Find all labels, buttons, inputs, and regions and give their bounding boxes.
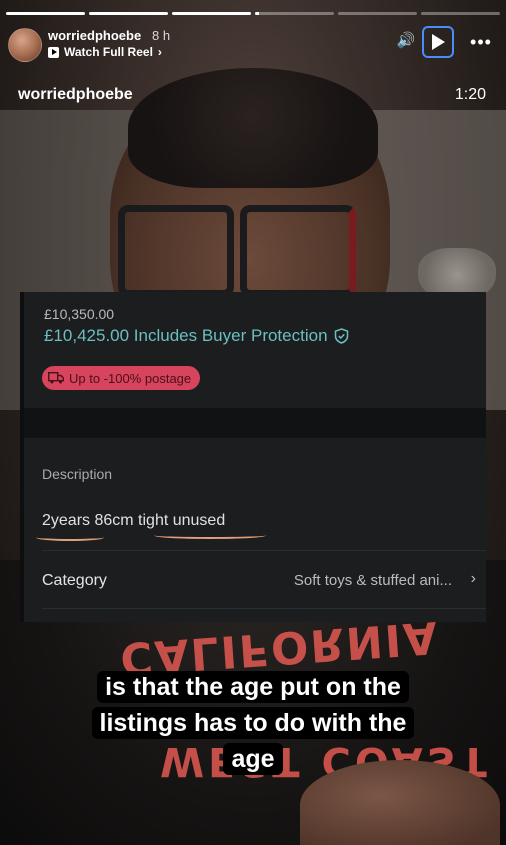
story-progress [6,12,500,15]
item-price: £10,350.00 [44,306,115,322]
play-icon [432,34,445,50]
highlight-underline [154,532,266,539]
caption-line: listings has to do with the [0,704,506,742]
avatar[interactable] [8,28,42,62]
listing-card: £10,350.00 £10,425.00 Includes Buyer Pro… [20,292,486,622]
truck-icon [48,372,64,384]
price-with-protection: £10,425.00 Includes Buyer Protection [44,326,349,346]
postage-badge: Up to -100% postage [42,366,201,390]
speaker-icon[interactable]: 🔊 [396,30,416,50]
progress-fill [172,12,251,15]
row-divider [42,608,486,609]
postage-badge-label: Up to -100% postage [69,370,192,386]
username[interactable]: worriedphoebe [48,28,141,43]
price-total-label: £10,425.00 Includes Buyer Protection [44,326,328,345]
overlay-username: worriedphoebe [18,86,133,103]
progress-segment [255,12,334,15]
progress-segment [421,12,500,15]
caption-text: age [223,743,283,775]
chevron-right-icon: › [157,45,162,59]
description-heading: Description [42,466,113,482]
progress-fill [6,12,85,15]
progress-segment [172,12,251,15]
video-duration: 1:20 [454,86,486,103]
play-button[interactable] [422,26,454,58]
progress-segment [89,12,168,15]
progress-segment [338,12,417,15]
video-glasses [118,205,358,297]
shield-check-icon [334,328,348,344]
description-text: 2years 86cm tight unused [42,512,226,529]
video-person-hair [128,68,378,188]
progress-fill [89,12,168,15]
section-divider [24,408,486,438]
glasses-lens-left [118,205,234,297]
post-age: 8 h [152,28,171,43]
story-header: worriedphoebe 8 h Watch Full Reel › 🔊 ••… [8,26,498,66]
glasses-lens-right [240,205,356,297]
watch-full-reel-label: Watch Full Reel [64,45,153,59]
row-divider [42,550,486,551]
category-label: Category [42,572,107,589]
caption-text: is that the age put on the [97,671,409,703]
progress-segment [6,12,85,15]
caption-text: listings has to do with the [91,707,415,739]
caption-line: age [0,740,506,778]
progress-fill [255,12,259,15]
caption-line: is that the age put on the [0,668,506,706]
reel-icon [48,46,59,58]
more-icon[interactable]: ••• [466,30,496,54]
highlight-underline [36,534,104,541]
story-viewer: CALIFORNIA WEST COAST worriedphoebe 8 h … [0,0,506,845]
category-value: Soft toys & stuffed ani... [293,572,452,589]
watch-full-reel-link[interactable]: Watch Full Reel › [48,45,162,59]
chevron-right-icon: › [470,570,476,587]
